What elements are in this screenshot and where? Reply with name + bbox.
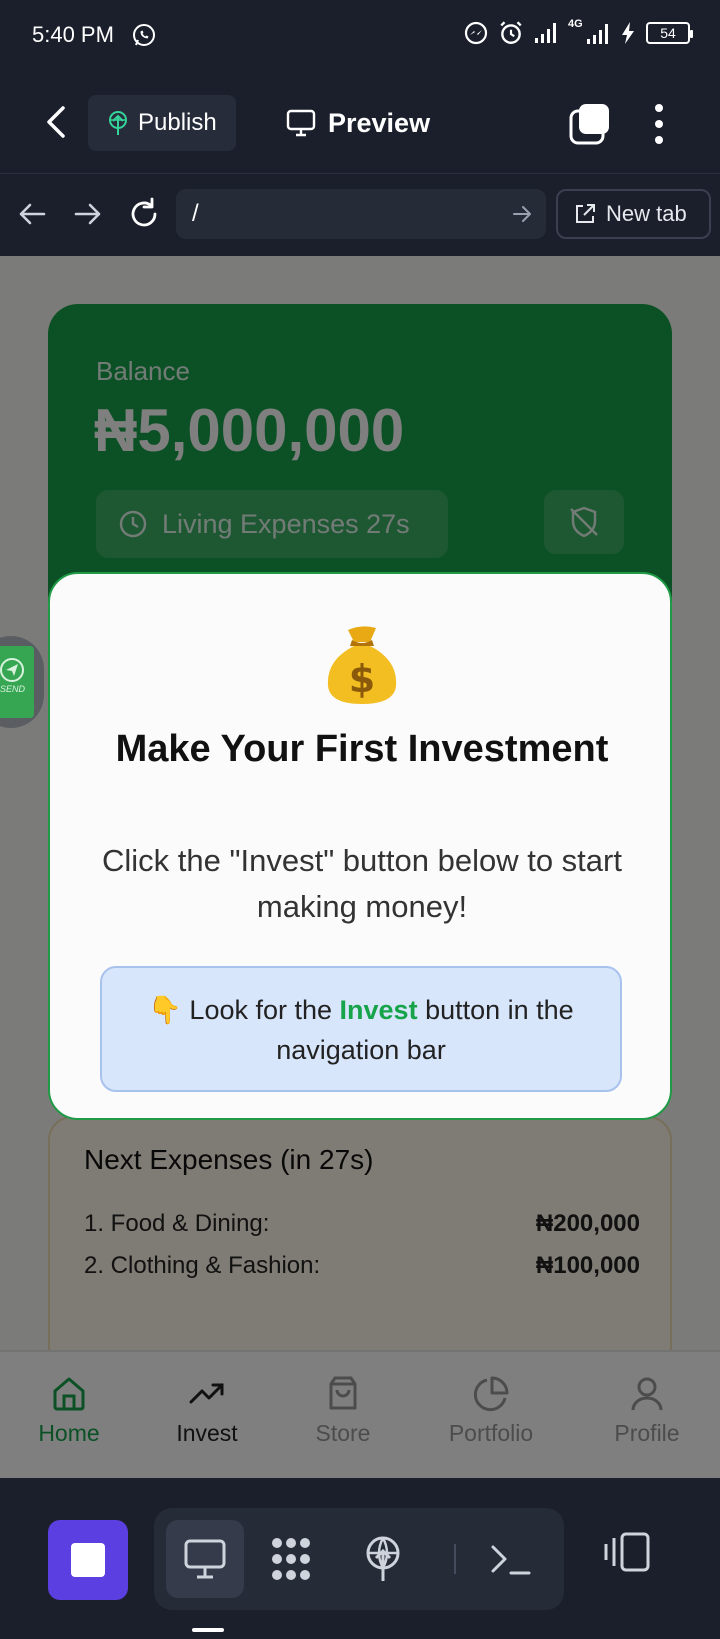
dock-tool-group (154, 1508, 564, 1610)
whatsapp-icon (133, 24, 155, 46)
pointing-down-icon: 👇 (148, 995, 182, 1025)
dock-divider (454, 1544, 456, 1574)
deploy-icon (366, 1536, 400, 1581)
preview-label: Preview (328, 107, 431, 138)
reload-icon[interactable] (126, 196, 162, 232)
cluster-icon (272, 1538, 310, 1580)
browser-bar: / New tab (0, 174, 720, 256)
messenger-icon (464, 21, 488, 45)
dock-deploy-button[interactable] (344, 1520, 422, 1598)
publish-button[interactable]: Publish (88, 95, 236, 151)
preview-tab[interactable]: Preview (286, 98, 430, 148)
network-4g-icon: 4G (568, 18, 610, 46)
back-button[interactable] (36, 98, 76, 146)
hint-prefix: Look for the (189, 995, 340, 1025)
tabs-switcher-icon[interactable] (568, 102, 612, 146)
go-arrow-icon[interactable] (510, 202, 534, 226)
panel-toggle-icon[interactable] (604, 1532, 652, 1572)
url-input[interactable]: / (176, 189, 546, 239)
signal-icon (535, 23, 556, 43)
status-bar: 5:40 PM 4G 54 (0, 0, 720, 72)
money-bag-icon: $ (327, 626, 397, 704)
modal-title: Make Your First Investment (115, 728, 609, 770)
svg-text:$: $ (349, 657, 375, 701)
chevron-left-icon (47, 106, 65, 138)
first-investment-modal: $ Make Your First Investment Click the "… (48, 572, 672, 1120)
publish-label: Publish (138, 109, 217, 136)
monitor-icon (184, 1539, 226, 1579)
send-icon (0, 658, 24, 682)
dock-preview-button[interactable] (166, 1520, 244, 1598)
modal-text: Click the "Invest" button below to start… (102, 843, 622, 924)
web-preview: Balance ₦5,000,000 Living Expenses 27s N… (0, 256, 720, 1478)
monitor-icon (286, 109, 316, 137)
external-link-icon (576, 204, 595, 223)
publish-icon (109, 111, 127, 135)
stop-icon (71, 1543, 105, 1577)
hint-accent: Invest (339, 995, 418, 1025)
send-floating-button[interactable]: SEND (0, 636, 44, 728)
dock-integrations-button[interactable] (252, 1520, 330, 1598)
battery-indicator: 54 (646, 22, 693, 44)
new-tab-button[interactable]: New tab (556, 189, 711, 239)
arrow-right-icon[interactable] (70, 196, 106, 232)
status-time: 5:40 PM (32, 22, 114, 47)
home-indicator (192, 1628, 224, 1632)
stop-button[interactable] (48, 1520, 128, 1600)
arrow-left-icon[interactable] (14, 196, 50, 232)
app-toolbar: Publish Preview (0, 72, 720, 174)
hint-box: 👇 Look for the Invest button in the navi… (100, 966, 622, 1092)
terminal-icon (491, 1545, 531, 1575)
charging-icon (622, 22, 634, 44)
more-options-icon[interactable] (644, 102, 674, 146)
dock-shell-button[interactable] (472, 1520, 550, 1598)
alarm-icon (500, 21, 522, 44)
bottom-dock (0, 1478, 720, 1639)
url-text: / (192, 200, 199, 227)
send-label: SEND (0, 684, 26, 694)
status-icons: 4G 54 (464, 18, 693, 46)
new-tab-label: New tab (606, 201, 687, 226)
